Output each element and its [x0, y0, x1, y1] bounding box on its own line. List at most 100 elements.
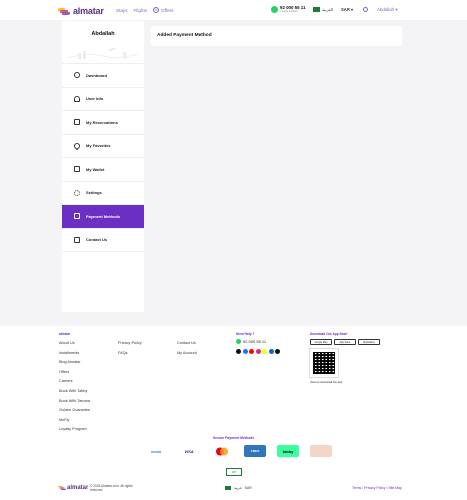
footer-link-privacy[interactable]: Privacy Policy — [118, 339, 142, 349]
currency-select[interactable]: SAR ▾ — [341, 7, 353, 12]
almatar-logo[interactable]: almatar — [57, 6, 104, 16]
footer-app: Download Our App Now! Google Play App St… — [309, 332, 380, 384]
footer-logo[interactable]: almatar — [58, 485, 88, 491]
footer-link-tamara[interactable]: Book With Tamara — [59, 397, 90, 407]
facebook-icon[interactable] — [242, 349, 248, 354]
visa-logo: VISA — [184, 448, 194, 454]
language-switch[interactable]: العربية — [313, 7, 333, 12]
nav-flights[interactable]: Flights — [134, 8, 148, 13]
snapchat-icon[interactable] — [262, 349, 267, 354]
phone-availability: 7 Days a Week — [280, 10, 298, 13]
footer-legal-links[interactable]: Terms • Privacy Policy • Site Map — [352, 486, 402, 490]
footer-link-faqs[interactable]: FAQs — [118, 349, 142, 359]
footer-link-account[interactable]: My Account — [177, 349, 197, 359]
mada-logo: mada — [150, 448, 162, 454]
whatsapp-icon — [236, 339, 241, 344]
user-menu[interactable]: Abdallah ▾ — [377, 7, 398, 13]
favorites-icon[interactable] — [363, 7, 368, 12]
footer-language[interactable]: عربية — [234, 486, 242, 490]
heart-icon — [72, 141, 82, 150]
sidebar-item-contact-us[interactable]: Contact Us — [62, 229, 144, 252]
footer-col-company: almatar About Us Installments Blog Almat… — [59, 332, 90, 435]
sidebar-item-reservations[interactable]: My Reservations — [62, 111, 144, 135]
app-heading: Download Our App Now! — [310, 332, 348, 336]
card-icon — [74, 213, 80, 220]
amex-logo: AMEX — [244, 445, 266, 457]
user-name: Abdallah — [377, 7, 395, 12]
x-icon[interactable] — [236, 349, 241, 354]
mail-icon — [74, 236, 80, 243]
sidebar-item-user-info[interactable]: User Info — [62, 88, 144, 111]
sidebar-item-label: My Wallet — [86, 166, 105, 172]
footer-link-installments[interactable]: Installments — [59, 349, 90, 359]
footer-link-contact[interactable]: Contact Us — [177, 339, 197, 349]
footer-link-careers[interactable]: Careers — [59, 377, 90, 387]
profile-name: Abdallah — [91, 31, 115, 37]
tabby-logo: tabby — [277, 445, 299, 457]
footer-link-blog[interactable]: Blog Almatar — [59, 358, 90, 368]
nav-stays[interactable]: Stays — [116, 8, 128, 13]
linkedin-icon[interactable] — [268, 349, 274, 354]
whatsapp-icon — [271, 5, 278, 13]
footer-currency[interactable]: SAR — [245, 486, 252, 490]
sidebar-item-label: Dashboard — [86, 72, 107, 78]
footer-link-golden[interactable]: Golden Guarantee — [59, 406, 90, 416]
sidebar-item-label: My Reservations — [86, 119, 118, 125]
sidebar-item-label: User Info — [86, 96, 104, 102]
footer-col-legal: Privacy Policy FAQs — [118, 339, 142, 358]
sidebar-item-label: My Favorites — [86, 143, 111, 149]
user-icon — [74, 95, 80, 102]
sidebar-item-label: Payment Methods — [86, 213, 121, 219]
logo-text: almatar — [73, 6, 104, 16]
copyright-text: © 2025 Almatar.com. All rights reserved — [90, 484, 133, 493]
payments-heading: Secure Payment Methods — [212, 436, 255, 440]
qr-code — [309, 348, 339, 378]
footer-link-tabby[interactable]: Book With Tabby — [59, 387, 90, 397]
wallet-icon — [74, 166, 80, 173]
youtube-icon[interactable] — [249, 349, 254, 354]
site-footer: almatar About Us Installments Blog Almat… — [0, 326, 467, 500]
footer-link-about[interactable]: About Us — [59, 339, 90, 349]
sidebar-item-label: Contact Us — [86, 237, 108, 243]
footer-link-loyalty[interactable]: Loyalty Program — [59, 425, 90, 435]
footer-heading: almatar — [59, 332, 71, 336]
footer-help: Need Help ? 92 000 55 11 — [236, 332, 280, 354]
logo-mark-icon — [58, 486, 66, 490]
footer-bottom: almatar © 2025 Almatar.com. All rights r… — [0, 482, 467, 496]
footer-link-offers[interactable]: Offers — [59, 368, 90, 378]
logo-mark-icon — [57, 7, 71, 15]
app-gallery-badge[interactable]: AppGallery — [358, 339, 380, 345]
footer-logo-text: almatar — [67, 485, 89, 491]
percent-icon: % — [153, 7, 160, 13]
calendar-icon — [74, 119, 80, 126]
help-phone-number: 92 000 55 11 — [243, 339, 267, 344]
footer-link-mofly[interactable]: MoFly — [59, 416, 90, 426]
nav-offers[interactable]: % Offers — [153, 7, 173, 13]
sidebar-item-favorites[interactable]: My Favorites — [62, 135, 144, 158]
google-play-badge[interactable]: Google Play — [310, 339, 332, 345]
gear-icon — [74, 189, 80, 196]
app-stores: Google Play App Store AppGallery — [310, 339, 380, 345]
nav-offers-label: Offers — [161, 7, 174, 13]
tiktok-icon[interactable] — [275, 349, 280, 354]
sidebar-item-wallet[interactable]: My Wallet — [62, 158, 144, 182]
currency-label: SAR — [341, 7, 350, 12]
main-nav: Stays Flights % Offers — [116, 7, 173, 13]
sidebar-item-settings[interactable]: Settings — [62, 182, 144, 205]
social-links — [236, 349, 280, 354]
skyline-illustration — [68, 48, 138, 59]
app-store-badge[interactable]: App Store — [334, 339, 356, 345]
help-phone[interactable]: 92 000 55 11 — [236, 339, 280, 344]
support-phone[interactable]: 92 000 55 11 7 Days a Week — [271, 5, 305, 13]
account-sidebar: Abdallah Dashboard User Info My Reservat… — [62, 21, 144, 312]
language-label: العربية — [322, 7, 333, 12]
sidebar-item-payment-methods[interactable]: Payment Methods — [62, 205, 144, 229]
payment-methods-card: Added Payment Method — [151, 26, 402, 46]
sidebar-menu: Dashboard User Info My Reservations My F… — [62, 63, 144, 252]
sidebar-item-dashboard[interactable]: Dashboard — [62, 64, 144, 88]
top-header: almatar Stays Flights % Offers 92 000 55… — [0, 0, 467, 20]
help-heading: Need Help ? — [236, 332, 255, 336]
footer-locale: عربية SAR — [225, 486, 252, 490]
instagram-icon[interactable] — [255, 349, 261, 354]
sidebar-item-label: Settings — [86, 190, 102, 196]
